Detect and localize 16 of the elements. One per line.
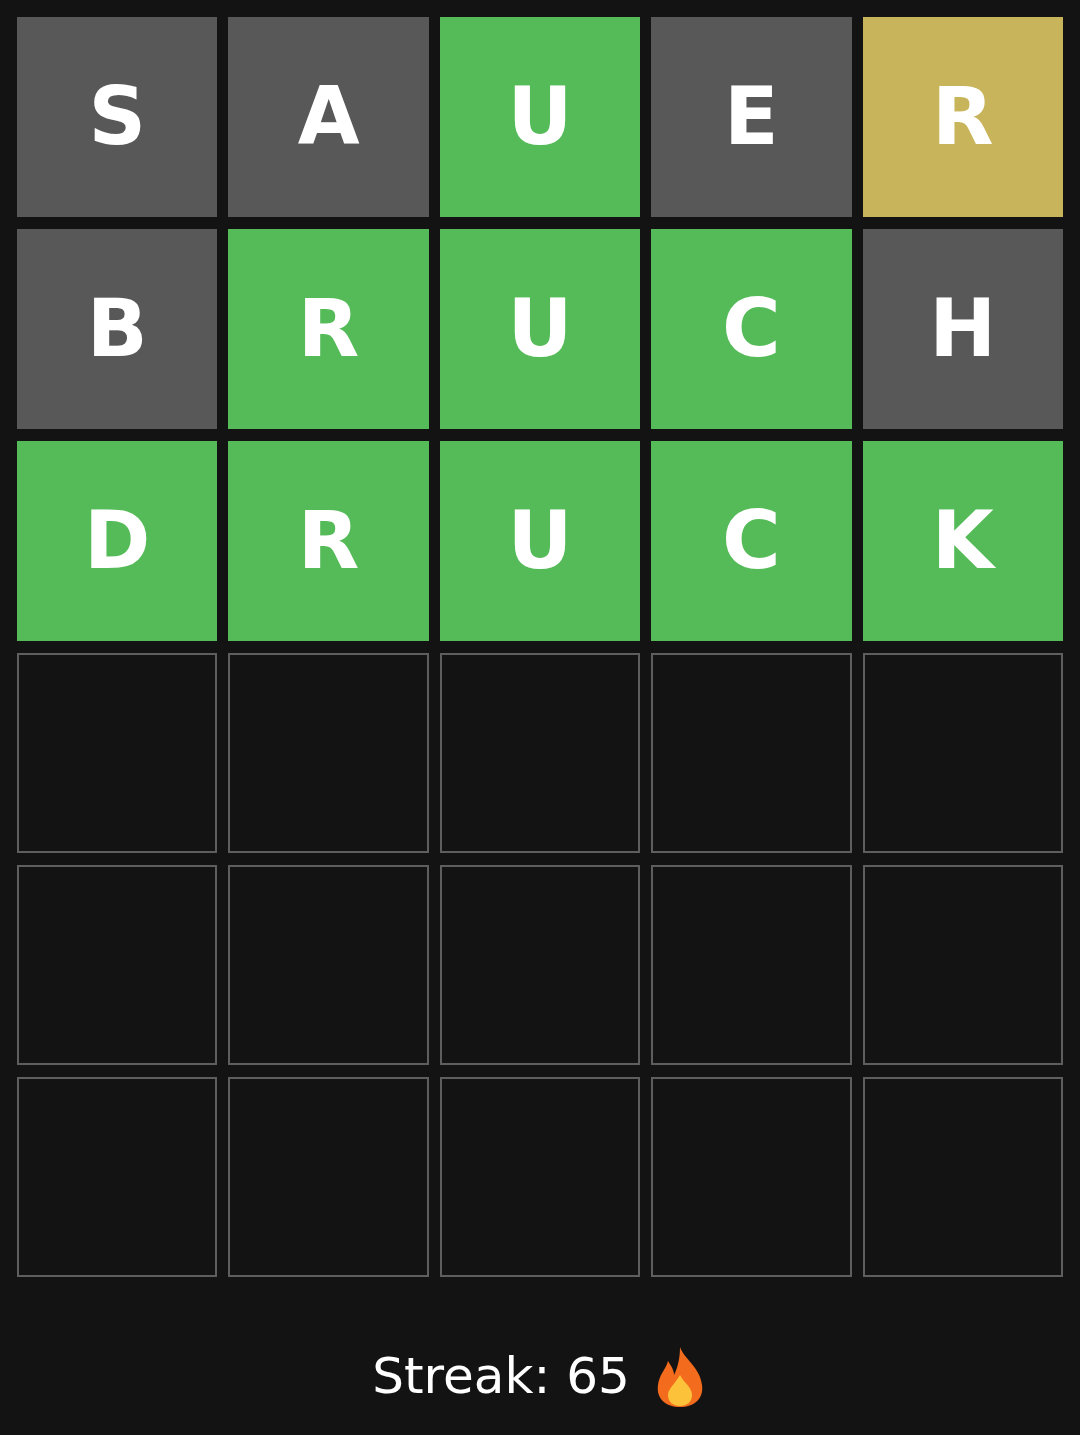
letter-tile: U <box>439 441 641 641</box>
letter-tile: E <box>651 17 852 217</box>
letter-tile: R <box>228 229 429 429</box>
letter-tile: R <box>228 441 429 641</box>
letter-tile: S <box>17 17 218 217</box>
letter-tile: U <box>439 229 641 429</box>
letter-tile: A <box>228 17 429 217</box>
letter-tile: H <box>862 229 1063 429</box>
letter-tile: B <box>17 229 218 429</box>
letter-tile: D <box>17 441 218 641</box>
letter-tile: R <box>862 17 1063 217</box>
letter-tile: C <box>651 229 852 429</box>
streak-label: Streak: 65 <box>372 1346 630 1407</box>
letter-tile: U <box>439 17 641 217</box>
letter-tile: C <box>651 441 852 641</box>
letter-tile: K <box>862 441 1063 641</box>
